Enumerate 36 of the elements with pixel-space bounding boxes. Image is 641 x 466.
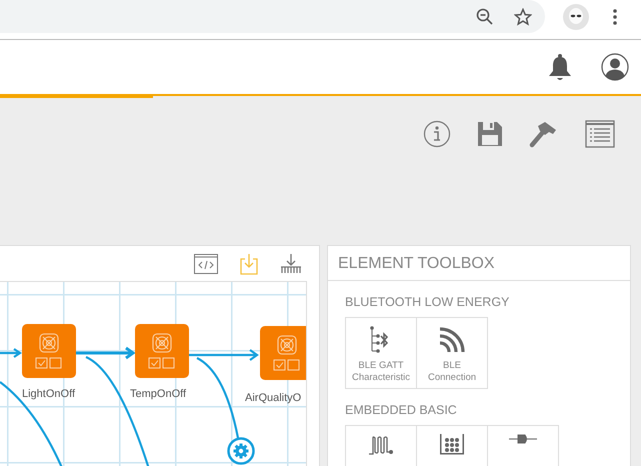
checkbox-pair-icon	[148, 357, 176, 369]
toolbox-item[interactable]: BLE GATT Characteristic	[345, 317, 417, 389]
gear-node-icon[interactable]	[227, 437, 255, 465]
user-icon[interactable]	[601, 53, 629, 81]
node-label: TempOnOff	[130, 388, 186, 400]
zoom-out-icon[interactable]	[476, 8, 494, 26]
avatar-icon[interactable]	[563, 4, 589, 30]
device-node[interactable]	[135, 324, 189, 378]
pulse-wave-icon	[368, 434, 394, 456]
checkbox-pair-icon	[273, 359, 301, 371]
device-node[interactable]	[22, 324, 76, 378]
fan-grille-icon	[152, 333, 172, 353]
fan-grille-icon	[39, 333, 59, 353]
connection-arrow	[0, 348, 22, 358]
connector-icon	[509, 434, 537, 444]
node-label: LightOnOff	[22, 388, 75, 400]
fan-grille-icon	[277, 335, 297, 355]
info-icon[interactable]	[423, 120, 451, 148]
list-window-icon[interactable]	[585, 120, 615, 148]
section-title: BLUETOOTH LOW ENERGY	[345, 294, 510, 311]
hammer-icon[interactable]	[529, 120, 559, 148]
toolbox-item[interactable]: BLE Connection	[416, 317, 488, 389]
connection-arrow	[74, 346, 136, 360]
save-icon[interactable]	[477, 120, 503, 148]
signal-arcs-icon	[438, 326, 466, 354]
section-title: EMBEDDED BASIC	[345, 402, 458, 419]
device-node[interactable]	[260, 326, 306, 380]
download-grid-icon[interactable]	[280, 252, 302, 274]
code-icon[interactable]	[194, 254, 218, 274]
checkbox-pair-icon	[35, 357, 63, 369]
panel-title: ELEMENT TOOLBOX	[328, 246, 630, 281]
bell-icon[interactable]	[547, 53, 573, 81]
star-icon[interactable]	[514, 8, 532, 26]
node-label: AirQualityO	[245, 392, 302, 404]
more-menu-icon[interactable]	[613, 8, 617, 24]
connection-arrow	[188, 348, 259, 362]
